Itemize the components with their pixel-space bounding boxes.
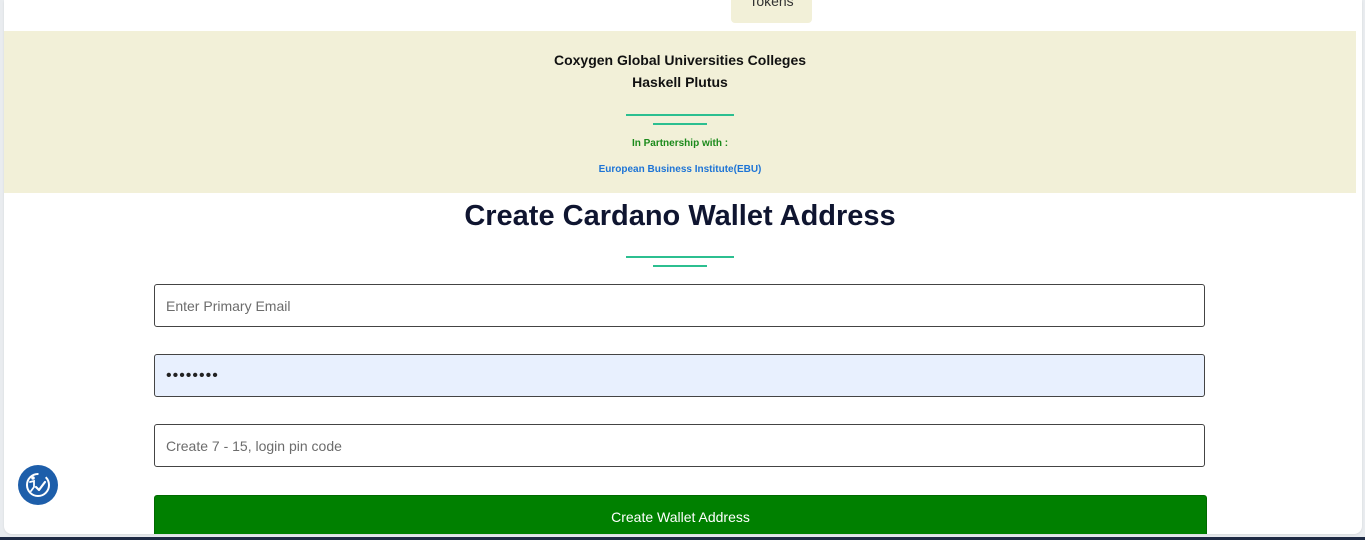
heading-divider-long bbox=[626, 256, 734, 258]
banner-title: Coxygen Global Universities Colleges bbox=[553, 52, 807, 68]
tokens-tab-label: Tokens bbox=[749, 0, 794, 9]
create-wallet-button[interactable]: Create Wallet Address bbox=[154, 495, 1207, 534]
banner-divider-long bbox=[626, 114, 734, 116]
banner-subtitle: Haskell Plutus bbox=[632, 74, 728, 90]
password-field[interactable] bbox=[154, 354, 1205, 397]
header-banner: Coxygen Global Universities Colleges Has… bbox=[4, 31, 1356, 193]
email-field[interactable] bbox=[154, 284, 1205, 327]
heading-divider-short bbox=[653, 265, 707, 267]
page-card: Tokens Coxygen Global Universities Colle… bbox=[4, 0, 1362, 534]
page-title: Create Cardano Wallet Address bbox=[464, 200, 896, 232]
partnership-label: In Partnership with : bbox=[631, 138, 729, 149]
accessibility-icon bbox=[26, 473, 50, 497]
partner-name: European Business Institute(EBU) bbox=[598, 164, 762, 175]
create-wallet-button-label: Create Wallet Address bbox=[611, 509, 750, 525]
pin-code-field[interactable] bbox=[154, 424, 1205, 467]
accessibility-button[interactable] bbox=[18, 465, 58, 505]
banner-divider-short bbox=[653, 123, 707, 125]
tokens-tab[interactable]: Tokens bbox=[731, 0, 812, 23]
